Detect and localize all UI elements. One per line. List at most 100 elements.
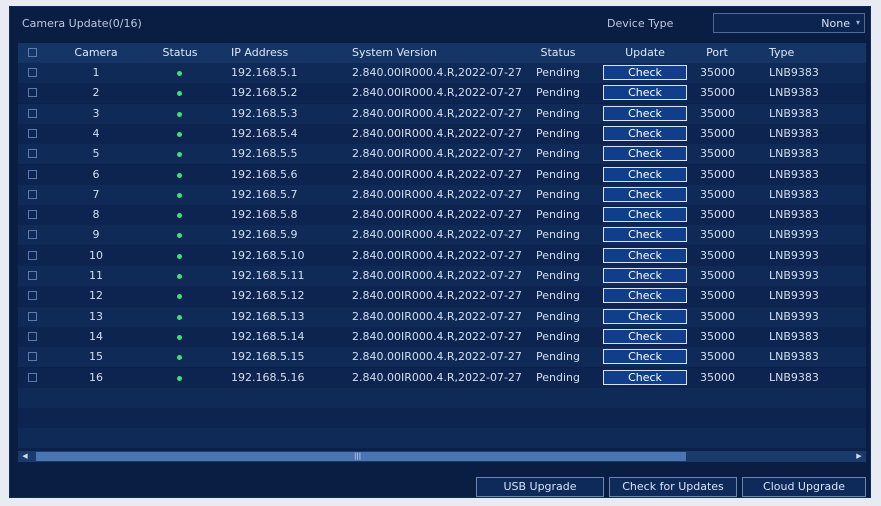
check-button[interactable]: Check: [603, 125, 687, 141]
col-ip-address[interactable]: IP Address: [231, 43, 288, 63]
check-button[interactable]: Check: [603, 146, 687, 162]
row-checkbox[interactable]: [28, 230, 37, 240]
ip-address: 192.168.5.16: [231, 370, 305, 384]
table-row[interactable]: 9 192.168.5.9 2.840.00IR000.4.R,2022-07-27…: [18, 225, 866, 246]
camera-number: 15: [89, 350, 103, 364]
check-button[interactable]: Check: [603, 65, 687, 80]
row-checkbox[interactable]: [28, 88, 37, 98]
status-dot-icon: [177, 253, 182, 259]
table-row[interactable]: 16 192.168.5.16 2.840.00IR000.4.R,2022-07-…: [18, 367, 866, 388]
ip-address: 192.168.5.5: [231, 147, 298, 161]
cloud-upgrade-button[interactable]: Cloud Upgrade: [742, 477, 866, 497]
ip-address: 192.168.5.7: [231, 187, 298, 201]
camera-number: 12: [89, 289, 103, 303]
scrollbar-thumb[interactable]: |||: [36, 452, 686, 461]
arrow-right-icon[interactable]: ▶: [852, 451, 866, 462]
row-checkbox[interactable]: [28, 311, 37, 321]
check-button[interactable]: Check: [603, 166, 687, 182]
row-checkbox[interactable]: [28, 352, 37, 362]
col-type[interactable]: Type: [769, 43, 794, 63]
status-dot-icon: [177, 192, 182, 198]
row-checkbox[interactable]: [28, 250, 37, 260]
system-version: 2.840.00IR000.4.R,2022-07-27: [352, 289, 522, 303]
check-button[interactable]: Check: [603, 288, 687, 304]
port: 35000: [700, 86, 735, 100]
row-checkbox[interactable]: [28, 149, 37, 159]
row-checkbox[interactable]: [28, 271, 37, 280]
check-button[interactable]: Check: [603, 308, 687, 324]
update-status: Pending: [536, 86, 580, 100]
row-checkbox[interactable]: [28, 128, 37, 138]
row-checkbox[interactable]: [28, 331, 37, 341]
ip-address: 192.168.5.6: [231, 167, 298, 181]
table-row[interactable]: 15 192.168.5.15 2.840.00IR000.4.R,2022-07-…: [18, 347, 866, 368]
table-row[interactable]: 13 192.168.5.13 2.840.00IR000.4.R,2022-07-…: [18, 306, 866, 327]
row-checkbox[interactable]: [28, 372, 37, 382]
table-row[interactable]: 10 192.168.5.10 2.840.00IR000.4.R,2022-07-…: [18, 245, 866, 266]
row-checkbox[interactable]: [28, 189, 37, 199]
device-type: LNB9393: [769, 228, 819, 242]
system-version: 2.840.00IR000.4.R,2022-07-27: [352, 86, 522, 100]
check-button[interactable]: Check: [603, 85, 687, 101]
device-type: LNB9383: [769, 66, 819, 79]
check-button[interactable]: Check: [603, 268, 687, 283]
system-version: 2.840.00IR000.4.R,2022-07-27: [352, 269, 522, 282]
port: 35000: [700, 228, 735, 242]
system-version: 2.840.00IR000.4.R,2022-07-27: [352, 126, 522, 140]
system-version: 2.840.00IR000.4.R,2022-07-27: [352, 106, 522, 120]
check-button[interactable]: Check: [603, 369, 687, 385]
row-checkbox[interactable]: [28, 68, 37, 77]
check-button[interactable]: Check: [603, 328, 687, 344]
update-status: Pending: [536, 309, 580, 323]
status-dot-icon: [177, 213, 182, 219]
table-row[interactable]: 14 192.168.5.14 2.840.00IR000.4.R,2022-07-…: [18, 326, 866, 347]
col-port[interactable]: Port: [700, 43, 734, 63]
col-camera[interactable]: Camera: [68, 43, 124, 63]
table-row[interactable]: 8 192.168.5.8 2.840.00IR000.4.R,2022-07-27…: [18, 205, 866, 226]
horizontal-scrollbar[interactable]: ◀ ||| ▶: [18, 451, 866, 462]
camera-number: 13: [89, 309, 103, 323]
col-system-version[interactable]: System Version: [352, 43, 437, 63]
table-row[interactable]: 6 192.168.5.6 2.840.00IR000.4.R,2022-07-27…: [18, 164, 866, 185]
check-for-updates-button[interactable]: Check for Updates: [609, 477, 737, 497]
status-dot-icon: [177, 314, 182, 320]
check-button[interactable]: Check: [603, 105, 687, 121]
device-type: LNB9383: [769, 350, 819, 364]
col-update[interactable]: Update: [603, 43, 687, 63]
table-row[interactable]: 12 192.168.5.12 2.840.00IR000.4.R,2022-07-…: [18, 286, 866, 307]
port: 35000: [700, 248, 735, 262]
check-button[interactable]: Check: [603, 349, 687, 365]
check-button[interactable]: Check: [603, 207, 687, 223]
row-checkbox[interactable]: [28, 108, 37, 118]
update-status: Pending: [536, 269, 580, 282]
port: 35000: [700, 66, 735, 79]
check-button[interactable]: Check: [603, 186, 687, 202]
status-dot-icon: [177, 111, 182, 117]
system-version: 2.840.00IR000.4.R,2022-07-27: [352, 248, 522, 262]
row-checkbox[interactable]: [28, 169, 37, 179]
col-status[interactable]: Status: [158, 43, 202, 63]
col-update-status[interactable]: Status: [530, 43, 586, 63]
camera-number: 7: [92, 187, 100, 201]
row-checkbox[interactable]: [28, 291, 37, 301]
table-row[interactable]: 5 192.168.5.5 2.840.00IR000.4.R,2022-07-27…: [18, 144, 866, 165]
select-all-checkbox[interactable]: [28, 48, 37, 57]
table-row[interactable]: 7 192.168.5.7 2.840.00IR000.4.R,2022-07-27…: [18, 184, 866, 205]
device-type-select[interactable]: None ▾: [713, 13, 865, 33]
row-checkbox[interactable]: [28, 210, 37, 220]
status-dot-icon: [177, 355, 182, 361]
update-status: Pending: [536, 289, 580, 303]
table-row[interactable]: 11 192.168.5.11 2.840.00IR000.4.R,2022-07-…: [18, 266, 866, 286]
device-type: LNB9393: [769, 289, 819, 303]
top-bar: Camera Update(0/16) Device Type None ▾: [10, 7, 870, 41]
update-status: Pending: [536, 350, 580, 364]
table-row[interactable]: 2 192.168.5.2 2.840.00IR000.4.R,2022-07-27…: [18, 83, 866, 104]
table-row[interactable]: 3 192.168.5.3 2.840.00IR000.4.R,2022-07-27…: [18, 103, 866, 124]
usb-upgrade-button[interactable]: USB Upgrade: [476, 477, 604, 497]
check-button[interactable]: Check: [603, 227, 687, 243]
arrow-left-icon[interactable]: ◀: [18, 451, 32, 462]
check-button[interactable]: Check: [603, 247, 687, 263]
system-version: 2.840.00IR000.4.R,2022-07-27: [352, 370, 522, 384]
table-row[interactable]: 4 192.168.5.4 2.840.00IR000.4.R,2022-07-27…: [18, 123, 866, 144]
table-row[interactable]: 1 192.168.5.1 2.840.00IR000.4.R,2022-07-27…: [18, 63, 866, 83]
